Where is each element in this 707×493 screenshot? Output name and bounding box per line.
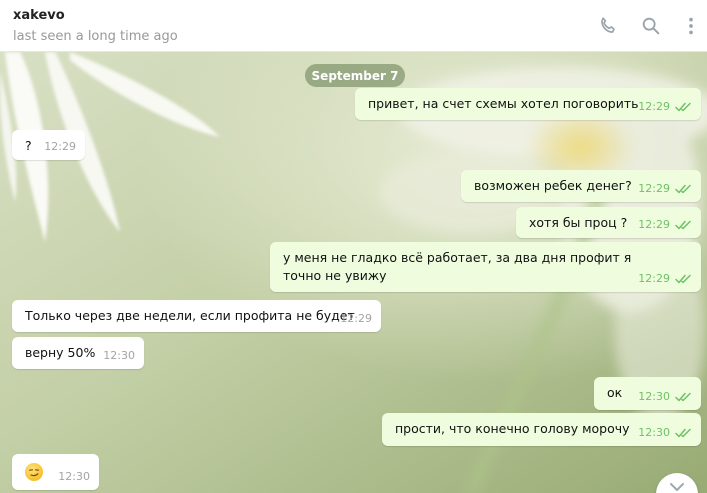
phone-icon	[601, 17, 615, 33]
message-meta: 12:30	[103, 347, 135, 365]
message-time: 12:30	[103, 349, 135, 362]
message-bubble-incoming[interactable]: ? 12:29	[12, 130, 85, 160]
smirk-face-features-icon	[28, 469, 40, 477]
double-check-icon	[675, 392, 691, 402]
message-text: у меня не гладко всё работает, за два дн…	[283, 250, 632, 283]
message-bubble-outgoing[interactable]: у меня не гладко всё работает, за два дн…	[270, 242, 701, 292]
chevron-down-icon	[670, 483, 684, 491]
message-time: 12:29	[638, 100, 670, 113]
message-meta: 12:29	[638, 180, 692, 198]
message-meta: 12:30	[638, 424, 692, 442]
more-menu-button[interactable]	[677, 12, 705, 40]
message-time: 12:30	[638, 390, 670, 403]
message-time: 12:29	[638, 182, 670, 195]
chat-window: xakevo last seen a long time ago Septemb…	[0, 0, 707, 493]
message-meta: 12:30	[58, 468, 90, 486]
last-seen-status: last seen a long time ago	[13, 29, 178, 44]
message-bubble-incoming[interactable]: Только через две недели, если профита не…	[12, 300, 381, 332]
message-time: 12:30	[58, 470, 90, 483]
message-time: 12:29	[340, 312, 372, 325]
message-text: Только через две недели, если профита не…	[25, 308, 355, 323]
message-bubble-incoming[interactable]: 12:30	[12, 454, 99, 490]
message-time: 12:30	[638, 426, 670, 439]
search-icon	[642, 17, 660, 35]
chat-header: xakevo last seen a long time ago	[0, 0, 707, 52]
message-time: 12:29	[638, 218, 670, 231]
message-meta: 12:29	[638, 98, 692, 116]
message-meta: 12:30	[638, 388, 692, 406]
message-bubble-outgoing[interactable]: ок 12:30	[594, 377, 701, 410]
smirking-face-emoji	[25, 463, 43, 481]
more-vertical-icon	[689, 17, 693, 35]
message-bubble-outgoing[interactable]: возможен ребек денег? 12:29	[461, 170, 701, 202]
phone-call-button[interactable]	[594, 12, 622, 40]
chat-name[interactable]: xakevo	[13, 8, 65, 23]
message-meta: 12:29	[340, 310, 372, 328]
message-bubble-outgoing[interactable]: прости, что конечно голову морочу 12:30	[382, 413, 701, 446]
search-button[interactable]	[637, 12, 665, 40]
message-bubble-incoming[interactable]: верну 50% 12:30	[12, 337, 144, 369]
double-check-icon	[675, 274, 691, 284]
message-time: 12:29	[44, 140, 76, 153]
message-meta: 12:29	[44, 138, 76, 156]
message-meta: 12:29	[638, 270, 692, 288]
double-check-icon	[675, 428, 691, 438]
double-check-icon	[675, 102, 691, 112]
date-separator: September 7	[305, 64, 405, 87]
message-bubble-outgoing[interactable]: хотя бы проц ? 12:29	[516, 207, 701, 238]
message-meta: 12:29	[638, 216, 692, 234]
message-bubble-outgoing[interactable]: привет, на счет схемы хотел поговорить 1…	[355, 88, 701, 120]
double-check-icon	[675, 184, 691, 194]
double-check-icon	[675, 220, 691, 230]
message-time: 12:29	[638, 272, 670, 285]
